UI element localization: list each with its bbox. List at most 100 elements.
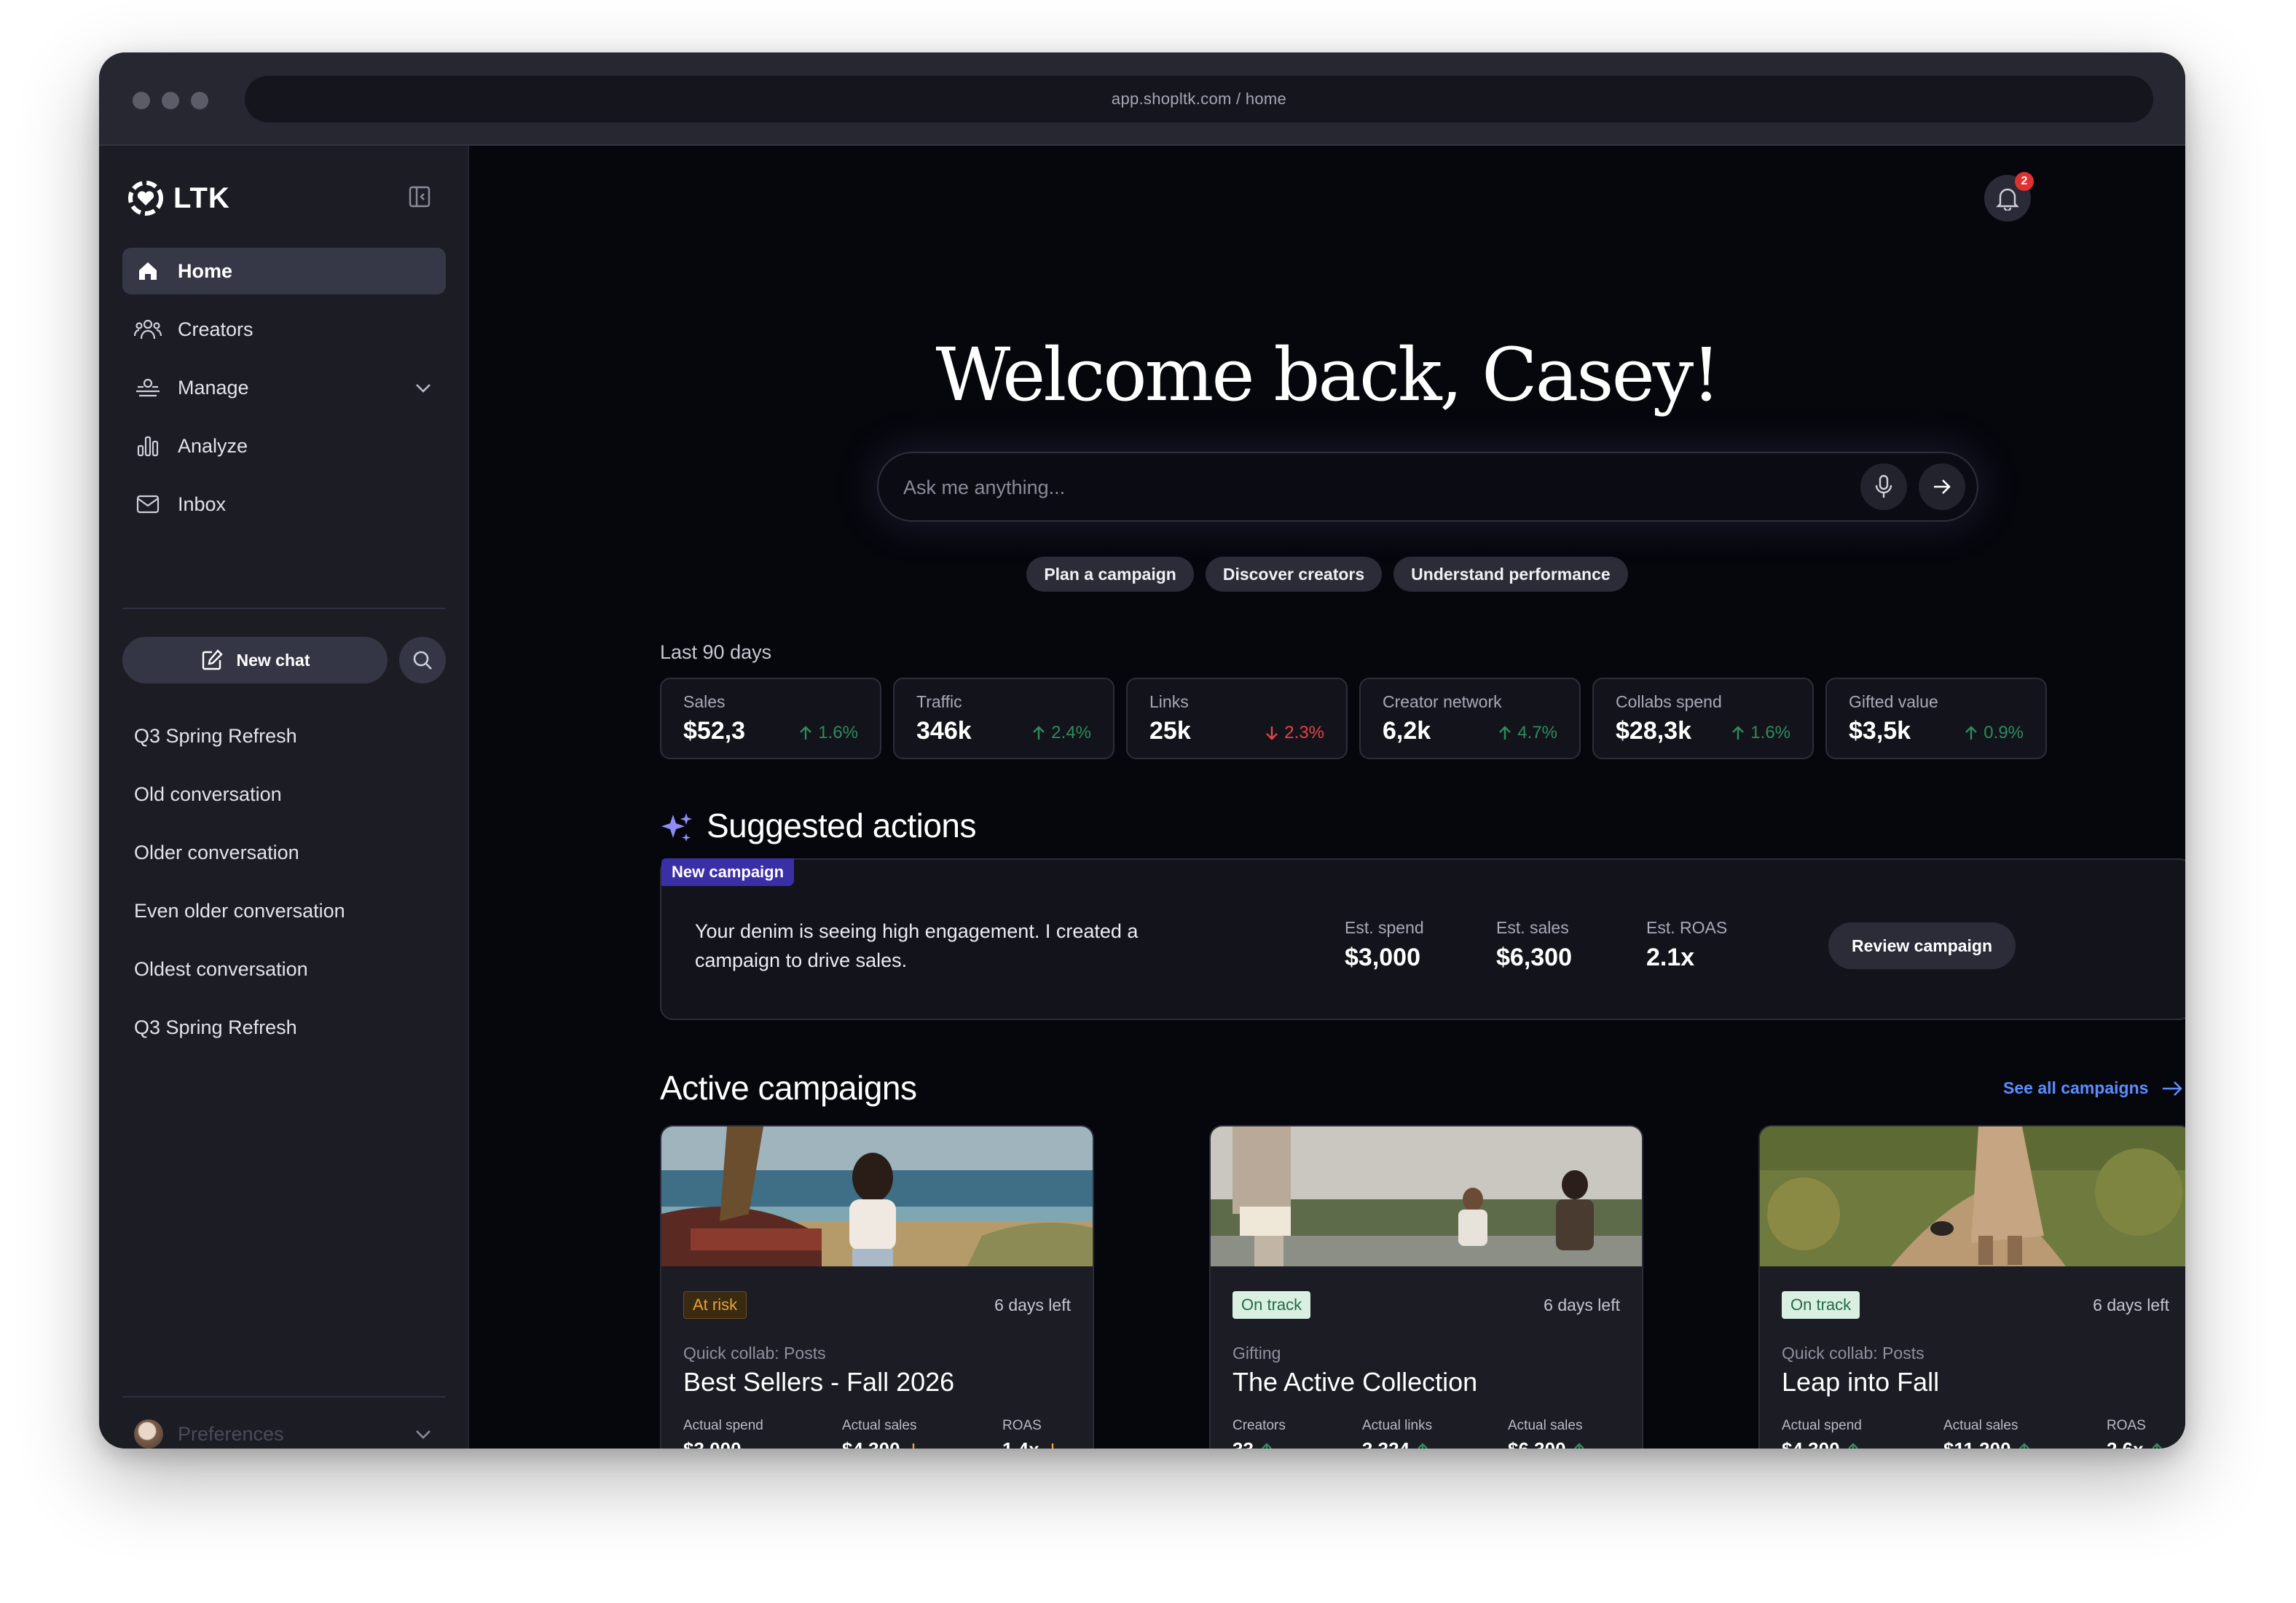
nav-item-creators[interactable]: Creators	[122, 306, 446, 353]
nav-item-home[interactable]: Home	[122, 248, 446, 294]
collapse-sidebar-icon[interactable]	[408, 185, 431, 208]
metric-label: ROAS	[1002, 1418, 1042, 1433]
nav-item-analyze[interactable]: Analyze	[122, 423, 446, 469]
campaign-metric: ROAS 2.6x	[2107, 1418, 2163, 1449]
metric-value-text: 1.4x	[1002, 1438, 1039, 1449]
metric-value: $4,300	[1782, 1438, 1862, 1449]
arrow-up-icon	[1262, 1442, 1272, 1449]
metric-value: $11,200	[1943, 1438, 2030, 1449]
est-value: $6,300	[1496, 944, 1572, 971]
campaign-image	[661, 1126, 1093, 1266]
chat-history-item[interactable]: Q3 Spring Refresh	[134, 707, 440, 765]
creators-icon	[134, 315, 162, 343]
arrow-up-icon	[2018, 1442, 2029, 1449]
nav-item-manage[interactable]: Manage	[122, 364, 446, 411]
suggestion-text: Your denim is seeing high engagement. I …	[695, 920, 1139, 971]
campaign-card[interactable]: On track 6 days left Gifting The Active …	[1209, 1125, 1643, 1449]
metric-label: Actual sales	[1508, 1418, 1583, 1433]
chip-plan-campaign[interactable]: Plan a campaign	[1026, 557, 1194, 592]
chat-history-item[interactable]: Even older conversation	[134, 882, 440, 940]
search-chats-button[interactable]	[399, 637, 446, 683]
arrow-up-icon	[1965, 726, 1978, 740]
metric-value-text: $6,300	[1508, 1438, 1566, 1449]
campaign-metric: Actual sales $11,200	[1943, 1418, 2030, 1449]
new-campaign-tag: New campaign	[661, 858, 795, 886]
chat-history-item[interactable]: Older conversation	[134, 823, 440, 882]
review-campaign-button[interactable]: Review campaign	[1828, 922, 2016, 969]
chat-history-item[interactable]: Oldest conversation	[134, 940, 440, 998]
nav-item-inbox[interactable]: Inbox	[122, 481, 446, 528]
metric-value-text: $3,000	[683, 1438, 742, 1449]
brand-logo[interactable]: LTK	[127, 179, 230, 217]
new-chat-button[interactable]: New chat	[122, 637, 388, 683]
kpi-card-traffic[interactable]: Traffic 346k 2.4%	[893, 678, 1114, 759]
kpi-value: 25k	[1149, 717, 1191, 745]
window-close-dot[interactable]	[133, 92, 150, 109]
suggested-action-card: New campaign Your denim is seeing high e…	[660, 858, 2185, 1020]
arrow-up-icon	[1732, 726, 1745, 740]
metric-value: 2.6x	[2107, 1438, 2163, 1449]
home-icon	[134, 257, 162, 285]
ltk-logo-icon	[128, 181, 163, 216]
est-value: 2.1x	[1646, 944, 1695, 971]
ask-bar	[877, 452, 1978, 522]
preferences-menu[interactable]: Preferences	[134, 1414, 440, 1449]
campaign-type: Quick collab: Posts	[683, 1344, 826, 1363]
campaign-card[interactable]: On track 6 days left Quick collab: Posts…	[1758, 1125, 2185, 1449]
arrow-down-icon	[1266, 726, 1278, 740]
metric-value: $6,300	[1508, 1438, 1585, 1449]
ask-input[interactable]	[903, 471, 1821, 504]
kpi-delta: 2.4%	[1032, 723, 1091, 743]
nav-label: Analyze	[178, 434, 248, 457]
kpi-delta-value: 2.3%	[1284, 723, 1324, 742]
kpi-value: $3,5k	[1849, 717, 1911, 745]
status-badge: On track	[1782, 1291, 1860, 1319]
arrow-up-icon	[2151, 1442, 2162, 1449]
kpi-delta-value: 0.9%	[1984, 723, 2024, 742]
see-all-campaigns-link[interactable]: See all campaigns	[2003, 1078, 2183, 1098]
brand-name: LTK	[173, 181, 230, 214]
chat-history-item[interactable]: Old conversation	[134, 765, 440, 823]
kpi-value: 346k	[916, 717, 972, 745]
chevron-down-icon[interactable]	[412, 377, 434, 399]
window-minimize-dot[interactable]	[162, 92, 179, 109]
kpi-delta: 2.3%	[1265, 723, 1324, 743]
campaign-type: Quick collab: Posts	[1782, 1344, 1925, 1363]
send-button[interactable]	[1919, 463, 1965, 510]
nav-label: Creators	[178, 318, 253, 340]
mail-icon	[134, 490, 162, 518]
kpi-delta-value: 4.7%	[1517, 723, 1557, 742]
address-bar[interactable]: app.shopltk.com / home	[245, 76, 2153, 122]
days-left: 6 days left	[2093, 1296, 2169, 1314]
active-campaigns-title: Active campaigns	[660, 1069, 917, 1107]
window-maximize-dot[interactable]	[191, 92, 208, 109]
days-left: 6 days left	[1544, 1296, 1620, 1314]
kpi-card-links[interactable]: Links 25k 2.3%	[1126, 678, 1348, 759]
browser-chrome: app.shopltk.com / home	[99, 52, 2185, 146]
campaign-card[interactable]: At risk 6 days left Quick collab: Posts …	[660, 1125, 1094, 1449]
page-title: Welcome back, Casey!	[935, 332, 1721, 418]
voice-input-button[interactable]	[1860, 463, 1907, 510]
kpi-delta-value: 1.6%	[1750, 723, 1790, 742]
chip-discover-creators[interactable]: Discover creators	[1205, 557, 1383, 592]
sidebar-divider	[122, 608, 446, 609]
metric-value-text: 3,324	[1362, 1438, 1410, 1449]
status-badge: At risk	[683, 1291, 747, 1319]
metric-label: Actual links	[1362, 1418, 1433, 1433]
campaign-metric: Actual links 3,324	[1362, 1418, 1432, 1449]
bell-icon	[1996, 188, 2019, 211]
kpi-card-gifted-value[interactable]: Gifted value $3,5k 0.9%	[1825, 678, 2047, 759]
nav-label: Home	[178, 259, 233, 282]
arrow-up-icon	[800, 726, 812, 740]
campaign-metric: Actual spend $4,300	[1782, 1418, 1862, 1449]
avatar	[134, 1419, 163, 1449]
kpi-card-creator-network[interactable]: Creator network 6,2k 4.7%	[1359, 678, 1581, 759]
kpi-card-sales[interactable]: Sales $52,3 1.6%	[660, 678, 881, 759]
metric-label: Actual sales	[842, 1418, 917, 1433]
chat-history-item[interactable]: Q3 Spring Refresh	[134, 998, 440, 1057]
kpi-card-collabs-spend[interactable]: Collabs spend $28,3k 1.6%	[1592, 678, 1814, 759]
arrow-up-icon	[1033, 726, 1045, 740]
chip-understand-performance[interactable]: Understand performance	[1393, 557, 1628, 592]
notifications-button[interactable]: 2	[1984, 172, 2034, 222]
campaign-metric: Actual sales $4,300	[842, 1418, 919, 1449]
